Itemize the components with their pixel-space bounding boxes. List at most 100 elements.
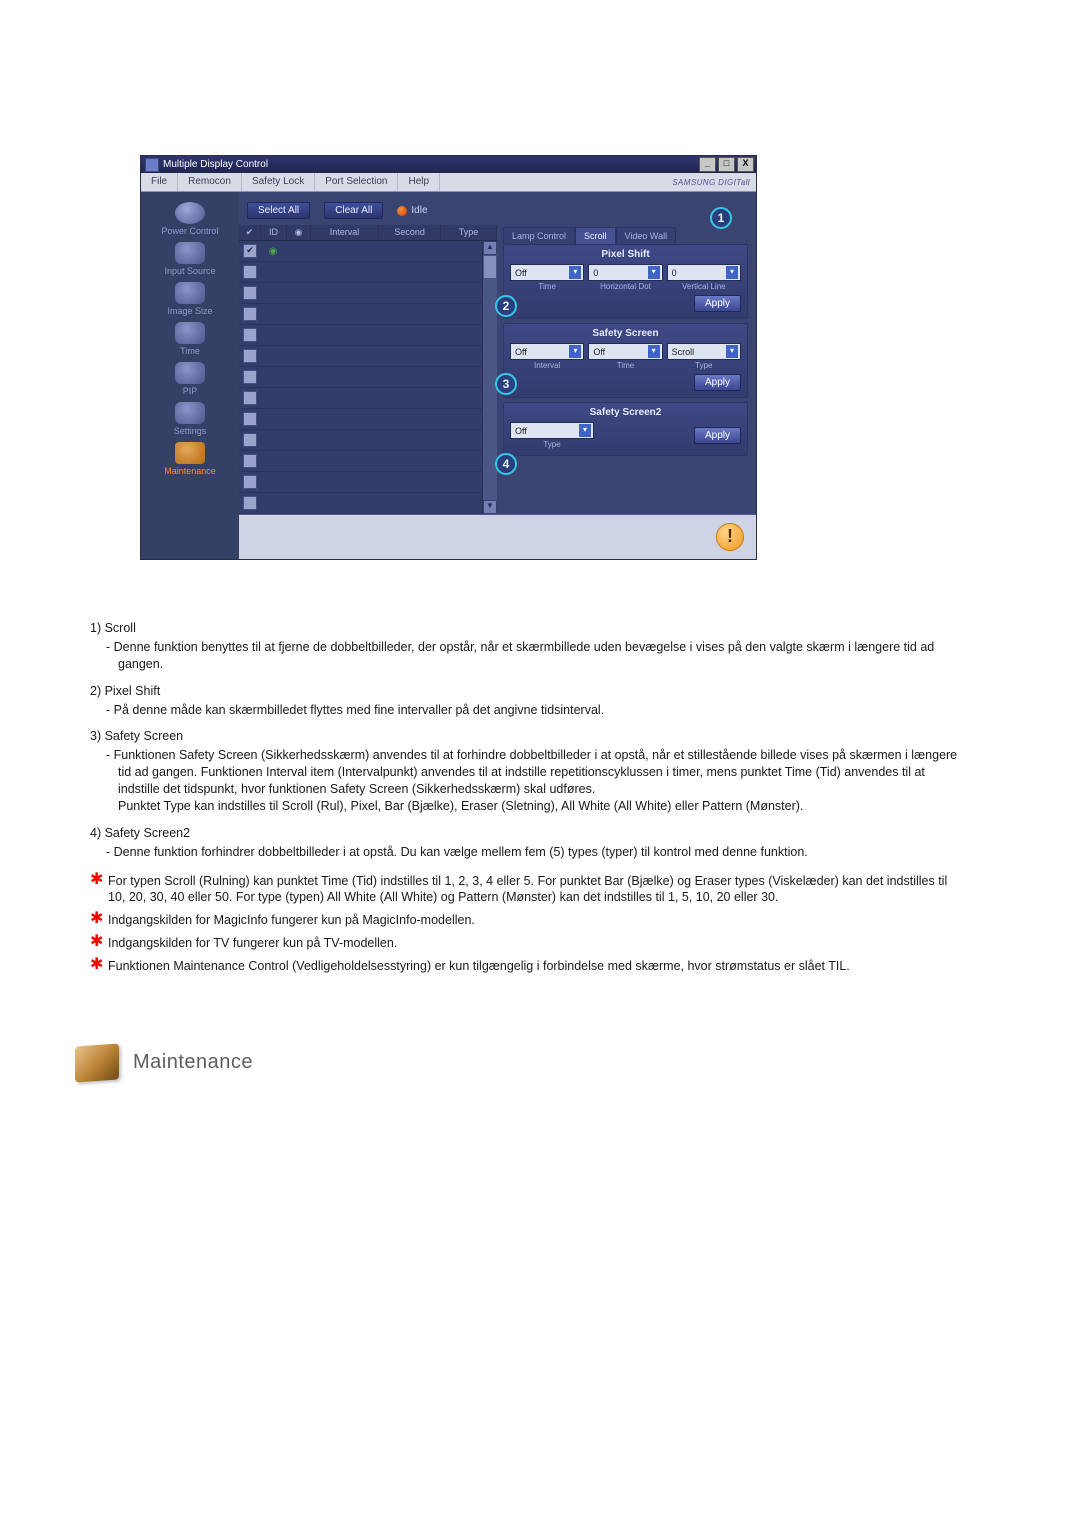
sidebar: Power Control Input Source Image Size Ti…	[141, 192, 239, 559]
pixel-shift-time-select[interactable]: Off ▾	[510, 264, 584, 281]
pixel-shift-apply-button[interactable]: Apply	[694, 295, 741, 312]
sidebar-item-label: Time	[180, 346, 200, 356]
sidebar-item-maintenance[interactable]: Maintenance	[148, 440, 232, 480]
safety-screen-time-select[interactable]: Off ▾	[588, 343, 662, 360]
select-all-button[interactable]: Select All	[247, 202, 310, 219]
safety-screen-interval-select[interactable]: Off ▾	[510, 343, 584, 360]
tab-lamp-control[interactable]: Lamp Control	[503, 227, 575, 244]
scroll-up-button[interactable]: ▲	[483, 241, 497, 255]
item-title: 1) Scroll	[90, 620, 960, 637]
safety-screen2-type-select[interactable]: Off ▾	[510, 422, 594, 439]
select-value: Off	[513, 268, 567, 278]
callout-1: 1	[710, 207, 732, 229]
row-checkbox[interactable]	[243, 475, 257, 489]
row-checkbox[interactable]	[243, 307, 257, 321]
sidebar-item-input-source[interactable]: Input Source	[148, 240, 232, 280]
list-item-safety-screen: 3) Safety Screen - Funktionen Safety Scr…	[90, 728, 960, 814]
star-icon: ✱	[90, 958, 103, 972]
safety-screen2-apply-button[interactable]: Apply	[694, 427, 741, 444]
list-item-scroll: 1) Scroll - Denne funktion benyttes til …	[90, 620, 960, 673]
row-checkbox[interactable]	[243, 349, 257, 363]
scroll-down-button[interactable]: ▼	[483, 500, 497, 514]
chevron-down-icon: ▾	[569, 266, 581, 279]
pixel-shift-hdot-select[interactable]: 0 ▾	[588, 264, 662, 281]
row-checkbox[interactable]	[243, 244, 257, 258]
row-checkbox[interactable]	[243, 328, 257, 342]
select-value: Scroll	[670, 347, 724, 357]
grid-row[interactable]	[239, 367, 482, 388]
sidebar-item-power-control[interactable]: Power Control	[148, 200, 232, 240]
grid-row[interactable]	[239, 346, 482, 367]
callout-4: 4	[495, 453, 517, 475]
list-item-safety-screen2: 4) Safety Screen2 - Denne funktion forhi…	[90, 825, 960, 861]
row-checkbox[interactable]	[243, 391, 257, 405]
panel-title: Pixel Shift	[510, 249, 741, 260]
panels: 1 2 3 4 Lamp Control Scroll Video Wall P…	[497, 225, 756, 514]
row-checkbox[interactable]	[243, 286, 257, 300]
tab-scroll[interactable]: Scroll	[575, 227, 616, 244]
field-label: Vertical Line	[667, 282, 741, 291]
item-body: - På denne måde kan skærmbilledet flytte…	[90, 702, 960, 719]
grid-row[interactable]	[239, 283, 482, 304]
power-icon	[175, 202, 205, 224]
field-label: Time	[588, 361, 662, 370]
clear-all-button[interactable]: Clear All	[324, 202, 383, 219]
grid-row[interactable]	[239, 388, 482, 409]
chevron-down-icon: ▾	[569, 345, 581, 358]
item-title: 4) Safety Screen2	[90, 825, 960, 842]
sidebar-item-label: Settings	[174, 426, 207, 436]
status-idle: Idle	[397, 205, 427, 216]
menubar: File Remocon Safety Lock Port Selection …	[141, 173, 756, 192]
sidebar-item-image-size[interactable]: Image Size	[148, 280, 232, 320]
menu-port-selection[interactable]: Port Selection	[315, 173, 398, 191]
field-label: Interval	[510, 361, 584, 370]
star-icon: ✱	[90, 873, 103, 887]
list-item-pixel-shift: 2) Pixel Shift - På denne måde kan skærm…	[90, 683, 960, 719]
tab-video-wall[interactable]: Video Wall	[616, 227, 677, 244]
callout-2: 2	[495, 295, 517, 317]
close-button[interactable]: X	[737, 157, 754, 172]
row-checkbox[interactable]	[243, 496, 257, 510]
grid-row[interactable]: ◉	[239, 241, 482, 262]
grid-row[interactable]	[239, 304, 482, 325]
row-checkbox[interactable]	[243, 412, 257, 426]
row-checkbox[interactable]	[243, 454, 257, 468]
sidebar-item-settings[interactable]: Settings	[148, 400, 232, 440]
display-grid: ✔ ID ◉ Interval Second Type ◉	[239, 225, 497, 514]
titlebar[interactable]: Multiple Display Control _ □ X	[141, 156, 756, 173]
section-heading-maintenance: Maintenance	[75, 1045, 960, 1081]
grid-scrollbar[interactable]: ▲ ▼	[482, 241, 497, 514]
sidebar-item-pip[interactable]: PIP	[148, 360, 232, 400]
minimize-button[interactable]: _	[699, 157, 716, 172]
grid-row[interactable]	[239, 325, 482, 346]
row-checkbox[interactable]	[243, 265, 257, 279]
item-body: - Denne funktion benyttes til at fjerne …	[90, 639, 960, 673]
star-text: Indgangskilden for TV fungerer kun på TV…	[108, 936, 397, 950]
grid-row[interactable]	[239, 451, 482, 472]
row-checkbox[interactable]	[243, 370, 257, 384]
section-heading-label: Maintenance	[133, 1049, 253, 1076]
pixel-shift-vline-select[interactable]: 0 ▾	[667, 264, 741, 281]
pip-icon	[175, 362, 205, 384]
sidebar-item-time[interactable]: Time	[148, 320, 232, 360]
menu-safety-lock[interactable]: Safety Lock	[242, 173, 315, 191]
menu-file[interactable]: File	[141, 173, 178, 191]
maximize-button[interactable]: □	[718, 157, 735, 172]
menu-help[interactable]: Help	[398, 173, 440, 191]
safety-screen-apply-button[interactable]: Apply	[694, 374, 741, 391]
chevron-down-icon: ▾	[579, 424, 591, 437]
grid-row[interactable]	[239, 262, 482, 283]
image-size-icon	[175, 282, 205, 304]
field-label: Type	[510, 440, 594, 449]
grid-row[interactable]	[239, 472, 482, 493]
scroll-thumb[interactable]	[483, 255, 497, 279]
grid-row[interactable]	[239, 493, 482, 514]
row-checkbox[interactable]	[243, 433, 257, 447]
grid-row[interactable]	[239, 430, 482, 451]
info-icon: !	[716, 523, 744, 551]
safety-screen-type-select[interactable]: Scroll ▾	[667, 343, 741, 360]
grid-row[interactable]	[239, 409, 482, 430]
panel-safety-screen2: Safety Screen2 Off ▾ Type Apply	[503, 402, 748, 456]
menu-remocon[interactable]: Remocon	[178, 173, 242, 191]
status-idle-label: Idle	[411, 205, 427, 216]
